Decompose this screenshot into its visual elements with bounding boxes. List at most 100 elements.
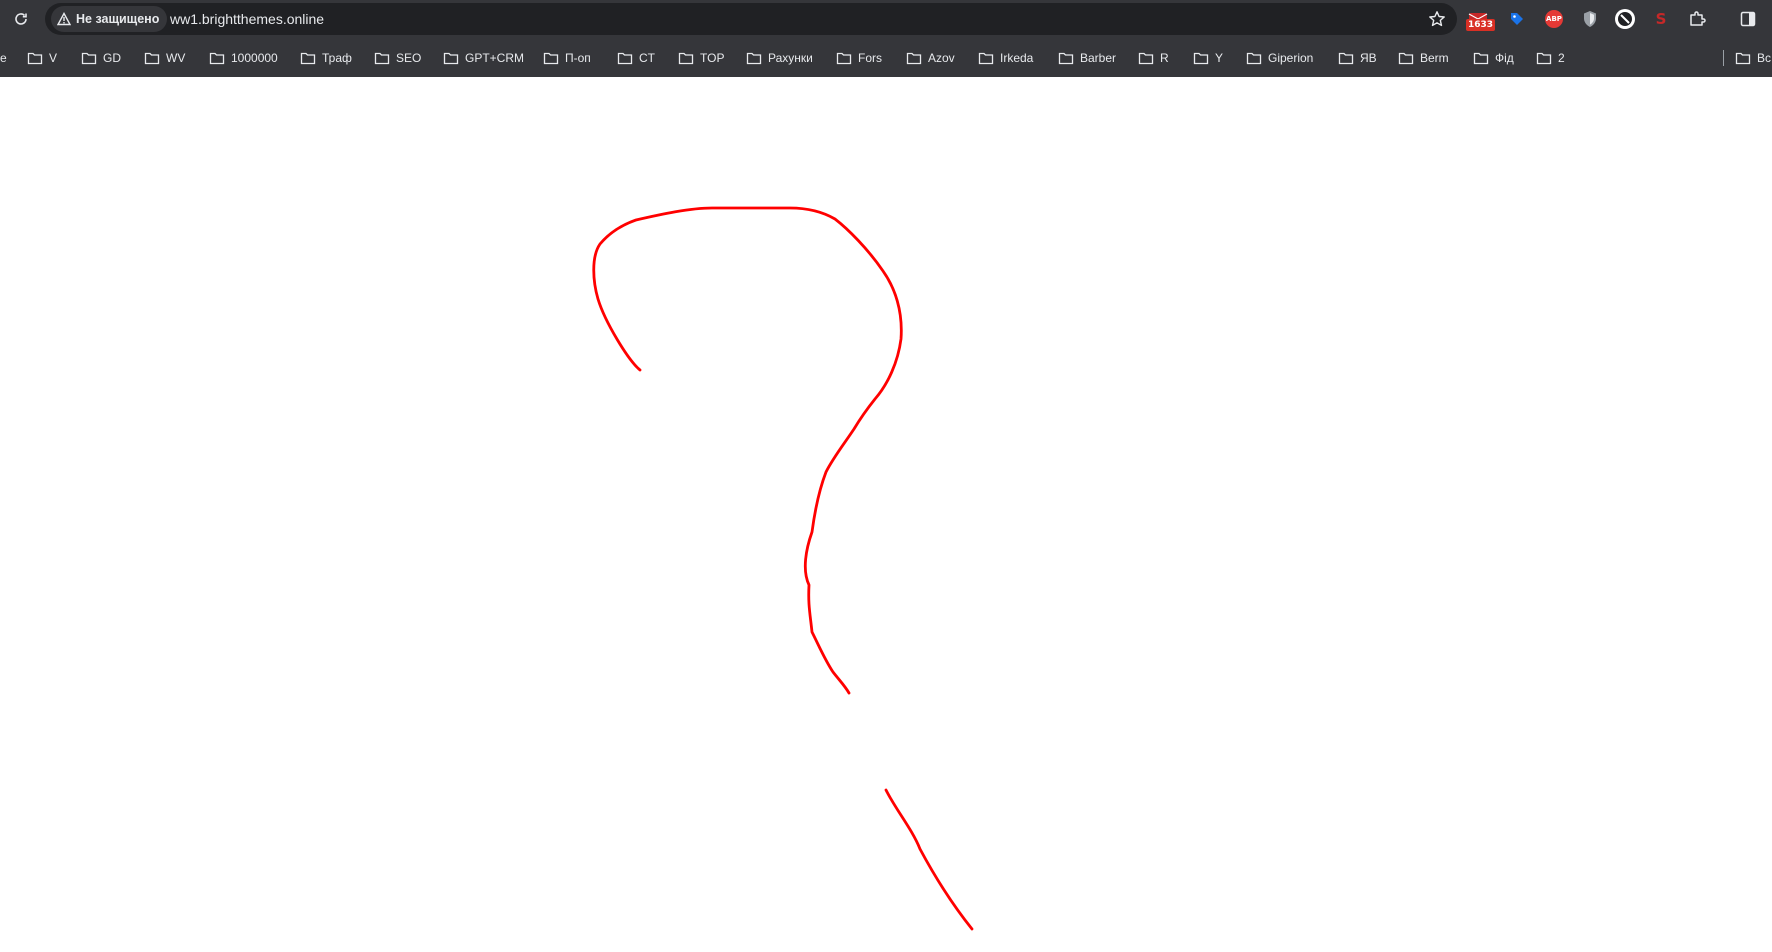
folder-icon <box>543 52 559 65</box>
adblock-icon: ABP <box>1545 10 1563 28</box>
address-bar[interactable]: Не защищено ww1.brightthemes.online <box>45 3 1457 35</box>
bookmark-label: 2 <box>1558 51 1565 65</box>
bookmark-folder[interactable]: R <box>1138 46 1169 70</box>
tag-icon <box>1511 13 1523 25</box>
reload-button[interactable] <box>8 6 34 32</box>
security-status-chip[interactable]: Не защищено <box>51 6 168 32</box>
bookmark-label: П-оп <box>565 51 591 65</box>
bookmark-folder[interactable]: Azov <box>906 46 955 70</box>
extension-abp-button[interactable]: ABP <box>1542 7 1566 31</box>
bookmark-label: Y <box>1215 51 1224 65</box>
bookmark-label: CT <box>639 51 655 65</box>
bookmark-label: GPT+CRM <box>465 51 525 65</box>
bookmark-folder[interactable]: П-оп <box>543 46 591 70</box>
question-mark-hook-stroke <box>592 206 903 695</box>
shield-icon <box>1584 11 1596 27</box>
bookmark-folder[interactable]: TOP <box>678 46 724 70</box>
reload-icon <box>15 13 27 25</box>
bookmark-folder[interactable]: e <box>0 46 7 70</box>
no-entry-icon <box>1615 9 1635 29</box>
bookmark-folder[interactable]: GPT+CRM <box>443 46 524 70</box>
folder-icon <box>1536 52 1552 65</box>
bookmark-label: e <box>0 51 7 65</box>
folder-icon <box>27 52 43 65</box>
extension-tag-button[interactable] <box>1505 7 1529 31</box>
bookmark-label: Azov <box>928 51 955 65</box>
bookmark-folder[interactable]: Irkeda <box>978 46 1033 70</box>
bookmark-folder[interactable]: V <box>27 46 57 70</box>
bookmark-folder[interactable]: Рахунки <box>746 46 813 70</box>
extension-s-button[interactable]: S <box>1649 7 1673 31</box>
folder-icon <box>81 52 97 65</box>
bookmark-folder[interactable]: 2 <box>1536 46 1565 70</box>
extensions-puzzle-button[interactable] <box>1685 7 1709 31</box>
bookmark-folder[interactable]: SEO <box>374 46 421 70</box>
warning-icon <box>57 12 71 26</box>
bookmarks-separator <box>1723 50 1724 66</box>
svg-text:S: S <box>1656 10 1667 28</box>
bookmark-folder[interactable]: Giperion <box>1246 46 1313 70</box>
bookmark-label: Фід <box>1495 51 1514 65</box>
folder-icon <box>1735 52 1751 65</box>
browser-chrome: Не защищено ww1.brightthemes.online 1633 <box>0 0 1772 77</box>
bookmark-label: ЯВ <box>1360 51 1377 65</box>
bookmark-label: Рахунки <box>768 51 813 65</box>
folder-icon <box>836 52 852 65</box>
folder-icon <box>746 52 762 65</box>
bookmark-folder[interactable]: Fors <box>836 46 882 70</box>
security-label: Не защищено <box>76 12 160 26</box>
folder-icon <box>1338 52 1354 65</box>
bookmarks-bar: e V GD WV 1000000 Траф SEO GPT+CRM П-оп CT TOP Раху… <box>0 38 1772 77</box>
bookmark-folder[interactable]: Barber <box>1058 46 1116 70</box>
bookmark-folder[interactable]: Y <box>1193 46 1223 70</box>
bookmark-folder[interactable]: Фід <box>1473 46 1514 70</box>
folder-icon <box>978 52 994 65</box>
puzzle-icon <box>1690 11 1706 26</box>
page-content <box>0 77 1772 952</box>
bookmark-folder[interactable]: GD <box>81 46 121 70</box>
extension-round-button[interactable] <box>1613 7 1637 31</box>
bookmark-label: TOP <box>700 51 725 65</box>
question-mark-drawing <box>592 206 974 931</box>
bookmark-label: V <box>49 51 58 65</box>
bookmark-label: R <box>1160 51 1169 65</box>
s-logo-icon: S <box>1656 10 1667 28</box>
folder-icon <box>374 52 390 65</box>
star-icon <box>1429 11 1445 27</box>
folder-icon <box>1058 52 1074 65</box>
bookmark-label: GD <box>103 51 121 65</box>
side-panel-icon <box>1740 11 1756 27</box>
browser-toolbar: Не защищено ww1.brightthemes.online 1633 <box>0 0 1772 38</box>
folder-icon <box>617 52 633 65</box>
folder-icon <box>300 52 316 65</box>
bookmark-folder[interactable]: Траф <box>300 46 352 70</box>
bookmark-label: Giperion <box>1268 51 1314 65</box>
bookmark-label: SEO <box>396 51 422 65</box>
bookmark-label: Barber <box>1080 51 1117 65</box>
bookmark-folder[interactable]: Вс <box>1735 46 1771 70</box>
extension-shield-button[interactable] <box>1578 7 1602 31</box>
extension-mail-button[interactable]: 1633 <box>1466 7 1496 31</box>
bookmark-label: Berm <box>1420 51 1449 65</box>
bookmark-folder[interactable]: ЯВ <box>1338 46 1377 70</box>
folder-icon <box>1398 52 1414 65</box>
bookmark-label: Fors <box>858 51 882 65</box>
url-text[interactable]: ww1.brightthemes.online <box>170 3 324 35</box>
side-panel-button[interactable] <box>1736 7 1760 31</box>
bookmark-label: WV <box>166 51 186 65</box>
bookmark-label: Irkeda <box>1000 51 1034 65</box>
bookmark-label: Траф <box>322 51 352 65</box>
folder-icon <box>144 52 160 65</box>
folder-icon <box>1246 52 1262 65</box>
folder-icon <box>1473 52 1489 65</box>
bookmark-folder[interactable]: 1000000 <box>209 46 278 70</box>
folder-icon <box>209 52 225 65</box>
bookmark-label: 1000000 <box>231 51 278 65</box>
bookmark-star-button[interactable] <box>1425 7 1449 31</box>
folder-icon <box>1193 52 1209 65</box>
bookmark-folder[interactable]: Berm <box>1398 46 1449 70</box>
bookmark-label: Вс <box>1757 51 1772 65</box>
bookmark-folder[interactable]: WV <box>144 46 185 70</box>
bookmark-folder[interactable]: CT <box>617 46 655 70</box>
folder-icon <box>678 52 694 65</box>
